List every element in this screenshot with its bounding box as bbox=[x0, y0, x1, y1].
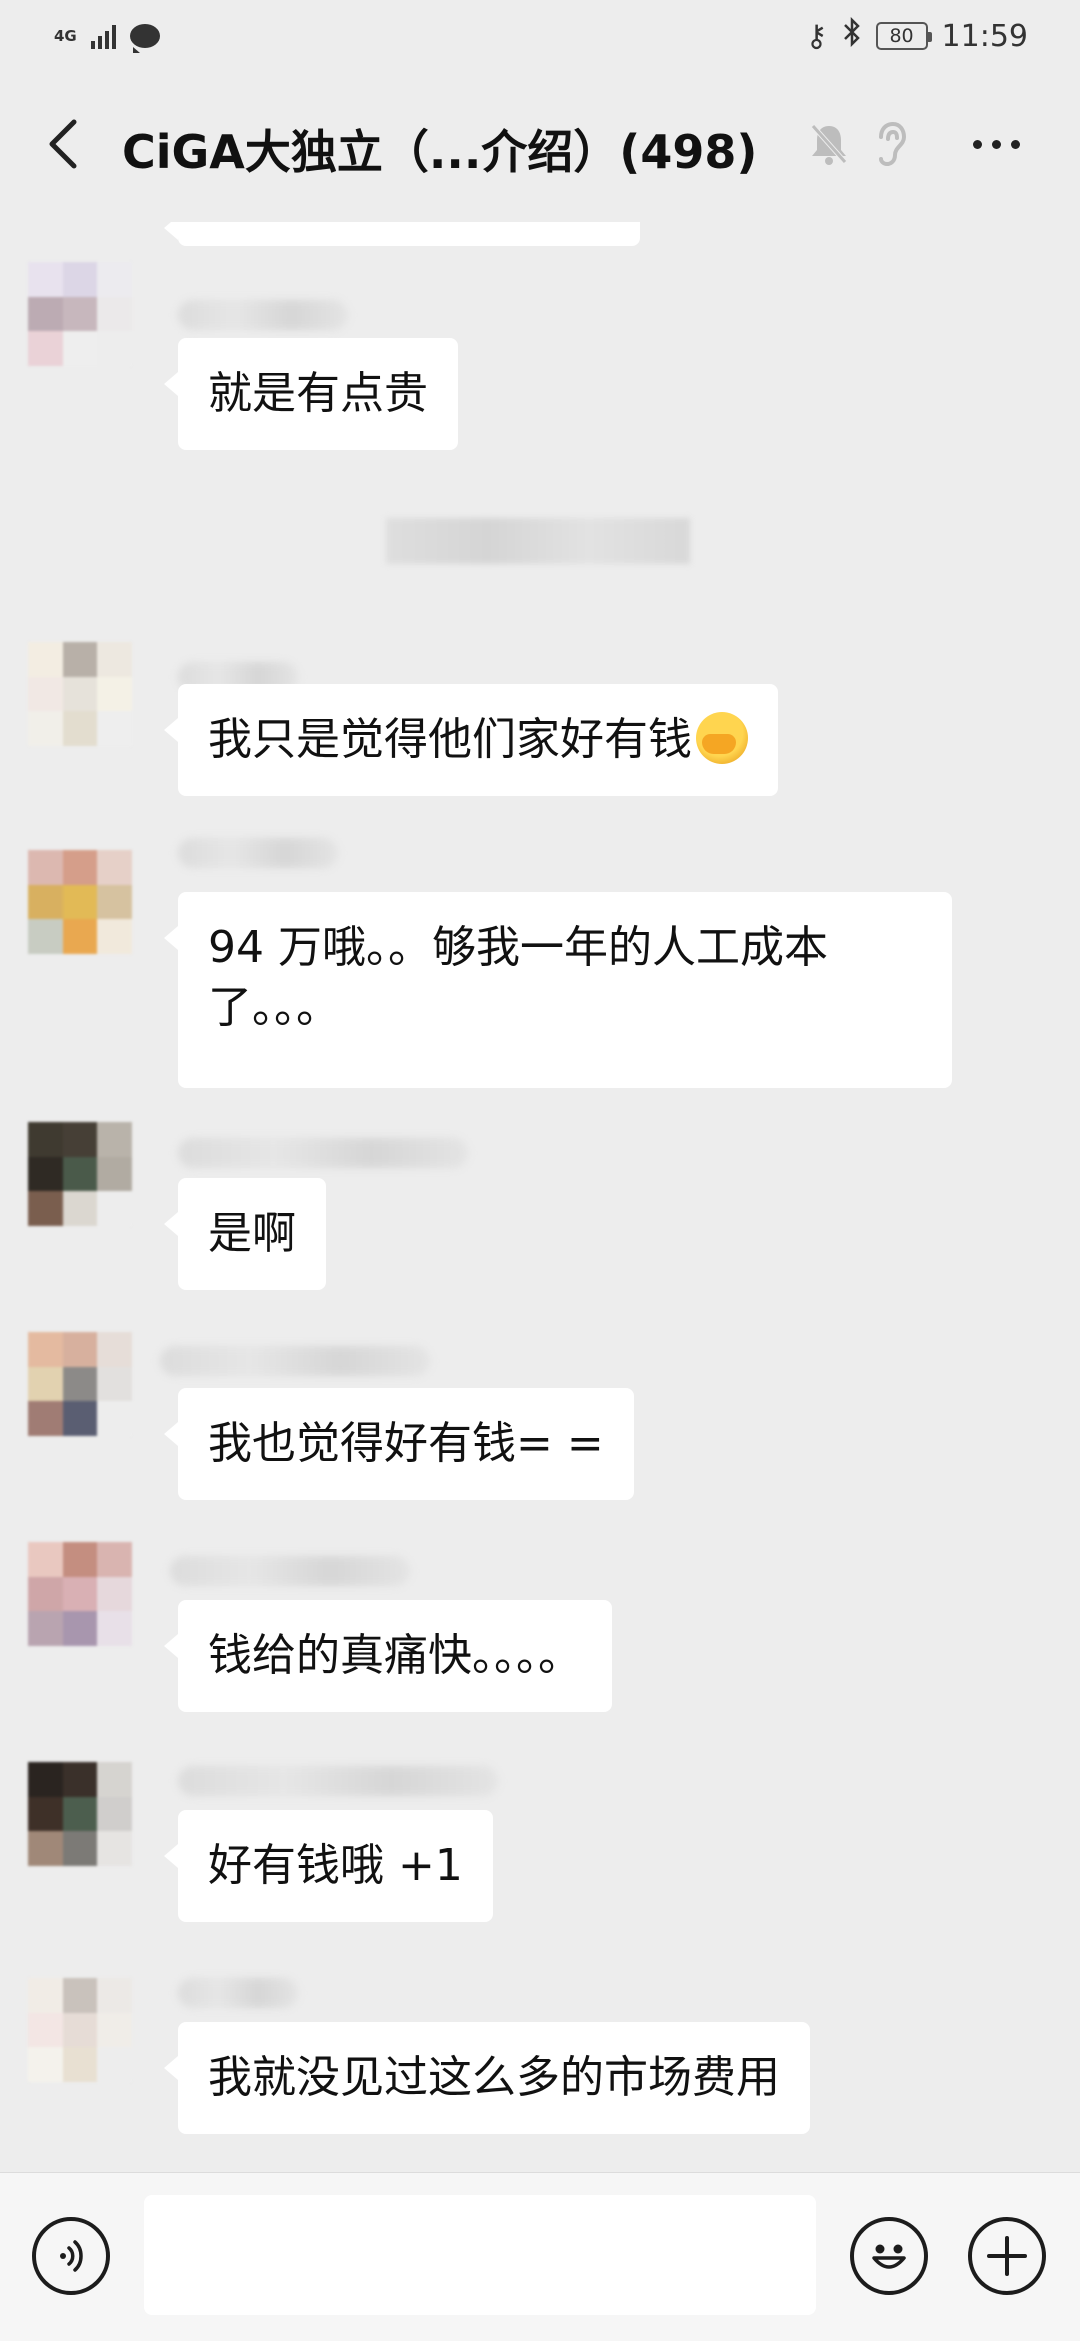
emoji-icon bbox=[872, 2244, 906, 2269]
message-text: 我就没见过这么多的市场费用 bbox=[208, 2052, 780, 2103]
message-input[interactable] bbox=[144, 2195, 816, 2315]
battery-icon: 80 bbox=[875, 22, 932, 50]
sender-name bbox=[178, 1978, 298, 2008]
plus-icon bbox=[987, 2236, 1027, 2276]
message-bubble[interactable]: 我只是觉得他们家好有钱 bbox=[164, 684, 778, 796]
message-bubble[interactable]: 我就没见过这么多的市场费用 bbox=[164, 2022, 810, 2134]
signal-icon bbox=[90, 23, 116, 49]
message-text: 好有钱哦 +1 bbox=[208, 1840, 463, 1891]
message-bubble[interactable]: 就是有点贵 bbox=[164, 338, 458, 450]
message-bubble[interactable]: 我也觉得好有钱= = bbox=[164, 1388, 634, 1500]
sender-name bbox=[178, 1766, 498, 1796]
message-text: 94 万哦。。够我一年的人工成本了。。。 bbox=[208, 922, 828, 1033]
more-dots-icon bbox=[972, 139, 1020, 149]
back-button[interactable] bbox=[38, 114, 88, 174]
message-bubble[interactable]: 好有钱哦 +1 bbox=[164, 1810, 493, 1922]
sender-name bbox=[178, 838, 338, 868]
avatar[interactable] bbox=[28, 262, 132, 366]
bluetooth-icon bbox=[842, 16, 862, 55]
chat-header: CiGA大独立（...介绍）(498) bbox=[0, 72, 1080, 222]
emoji-button[interactable] bbox=[850, 2217, 928, 2295]
clock: 11:59 bbox=[941, 18, 1028, 54]
facepalm-emoji-icon bbox=[696, 712, 748, 764]
message-text: 我也觉得好有钱= = bbox=[208, 1418, 604, 1469]
message-text: 钱给的真痛快。。。。 bbox=[208, 1630, 582, 1681]
message-bubble[interactable]: 是啊 bbox=[164, 1178, 326, 1290]
message-icon bbox=[129, 24, 160, 53]
message-bubble[interactable]: 钱给的真痛快。。。。 bbox=[164, 1600, 612, 1712]
message-text: 是啊 bbox=[208, 1208, 296, 1259]
more-button[interactable] bbox=[966, 114, 1026, 174]
avatar[interactable] bbox=[28, 1122, 132, 1226]
chat-title[interactable]: CiGA大独立（...介绍）(498) bbox=[122, 116, 757, 182]
ear-icon bbox=[870, 114, 910, 174]
input-bar bbox=[0, 2172, 1080, 2341]
avatar[interactable] bbox=[28, 642, 132, 746]
avatar[interactable] bbox=[28, 1762, 132, 1866]
chevron-left-icon bbox=[49, 119, 77, 169]
system-notice bbox=[386, 518, 690, 564]
message-list[interactable]: 就是有点贵 我只是觉得他们家好有钱 94 万哦。。够我一年的人工成本了。。。 是… bbox=[0, 222, 1080, 2172]
voice-button[interactable] bbox=[32, 2217, 110, 2295]
status-bar: 4G ⚷ 80 11:59 bbox=[0, 0, 1080, 72]
message-text: 我只是觉得他们家好有钱 bbox=[208, 714, 692, 765]
sender-name bbox=[178, 300, 348, 330]
avatar[interactable] bbox=[28, 850, 132, 954]
plus-button[interactable] bbox=[968, 2217, 1046, 2295]
message-bubble-partial[interactable] bbox=[164, 222, 640, 246]
avatar[interactable] bbox=[28, 1542, 132, 1646]
voice-icon bbox=[60, 2240, 83, 2272]
avatar[interactable] bbox=[28, 1332, 132, 1436]
message-text: 就是有点贵 bbox=[208, 368, 428, 419]
message-bubble[interactable]: 94 万哦。。够我一年的人工成本了。。。 bbox=[164, 892, 952, 1088]
sender-name bbox=[160, 1346, 430, 1376]
sender-name bbox=[178, 1138, 468, 1168]
network-label: 4G bbox=[54, 27, 77, 45]
avatar[interactable] bbox=[28, 1978, 132, 2082]
key-icon: ⚷ bbox=[805, 18, 828, 54]
bell-off-icon bbox=[806, 114, 852, 174]
sender-name bbox=[170, 1556, 410, 1586]
